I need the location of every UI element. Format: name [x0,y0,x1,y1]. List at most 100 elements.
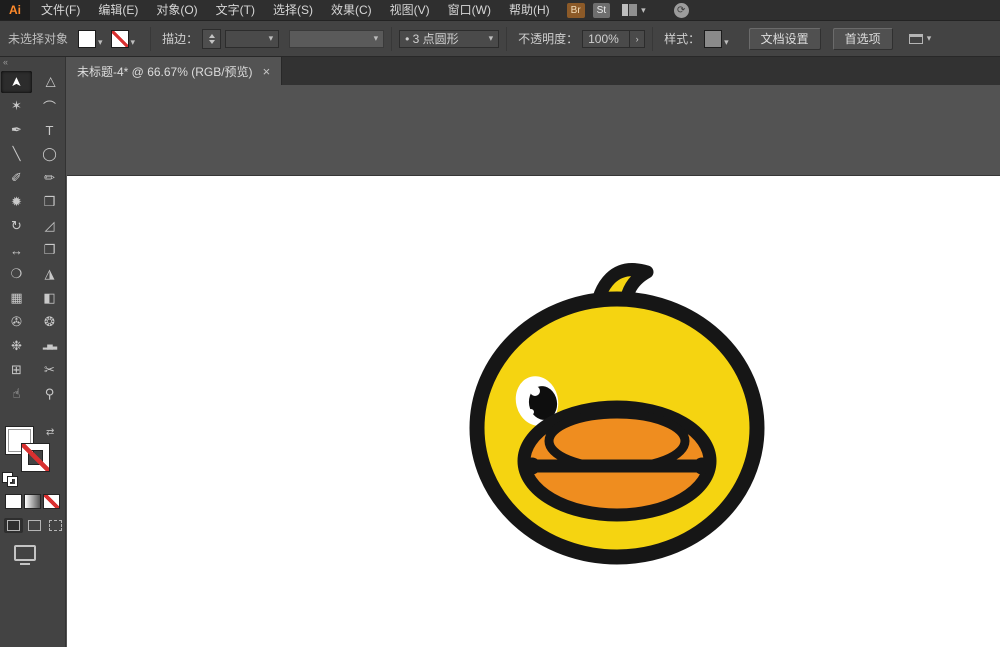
menu-help[interactable]: 帮助(H) [500,0,559,20]
zoom-tool[interactable]: ⚲ [34,383,65,405]
menu-object[interactable]: 对象(O) [147,0,206,20]
paintbrush-tool[interactable]: ✐ [1,167,32,189]
opacity-value: 100% [588,32,619,46]
line-segment-tool[interactable]: ╲ [1,143,32,165]
type-tool-icon: T [46,123,54,138]
draw-normal-button[interactable] [4,518,23,533]
divider [150,27,151,51]
default-fill-stroke-icon[interactable] [2,472,19,487]
canvas-area[interactable] [67,85,1000,647]
style-swatch[interactable] [704,30,722,48]
chevron-down-icon[interactable]: ▾ [98,37,103,48]
bullet-icon: • [405,32,409,46]
control-panel-menu[interactable]: ▾ [909,33,932,44]
hand-tool[interactable]: ☝ [1,383,32,405]
menu-edit[interactable]: 编辑(E) [89,0,147,20]
bridge-button[interactable]: Br [567,3,585,18]
draw-normal-icon [7,520,20,531]
close-icon[interactable]: × [263,65,271,78]
artboard-tool-icon: ⊞ [11,362,22,378]
sync-icon[interactable]: ⟳ [674,3,689,18]
gradient-button[interactable] [24,494,41,509]
stroke-color-control[interactable]: ▾ [111,30,136,48]
screen-mode-button[interactable] [14,545,36,565]
symbol-sprayer-tool[interactable]: ❉ [1,335,32,357]
document-tab-bar: 未标题-4* @ 66.67% (RGB/预览) × [66,57,1000,85]
menu-window[interactable]: 窗口(W) [439,0,500,20]
stepper-down-icon[interactable] [209,40,215,44]
pencil-tool[interactable]: ✏ [34,167,65,189]
brush-definition-dropdown[interactable]: • 3 点圆形 ▾ [399,30,499,48]
stepper-up-icon[interactable] [209,34,215,38]
toolbar-collapse-control[interactable]: « [0,57,65,67]
fill-color-swatch[interactable] [78,30,96,48]
divider [652,27,653,51]
duck-eye-highlight [530,386,540,396]
perspective-grid-tool[interactable]: ◮ [34,263,65,285]
workspace-switcher[interactable]: ▾ [622,4,646,16]
chevron-down-icon[interactable]: ▾ [724,37,729,48]
ellipse-tool[interactable]: ◯ [34,143,65,165]
stroke-weight-dropdown[interactable]: ▾ [225,30,279,48]
preferences-button[interactable]: 首选项 [833,28,893,50]
pen-tool[interactable]: ✒ [1,119,32,141]
column-graph-tool-icon: ▂▅▃ [43,342,56,350]
divider [391,27,392,51]
none-slash-icon [22,444,49,471]
fill-color-control[interactable]: ▾ [78,30,103,48]
lasso-tool[interactable]: ⌒ [34,95,65,117]
scale-tool[interactable]: ◿ [34,215,65,237]
blend-tool[interactable]: ❂ [34,311,65,333]
document-setup-button[interactable]: 文档设置 [749,28,821,50]
duck-mouth-dot-left [524,458,541,475]
none-button[interactable] [43,494,60,509]
menu-file[interactable]: 文件(F) [32,0,89,20]
menu-type[interactable]: 文字(T) [207,0,264,20]
duck-artwork[interactable] [455,250,775,570]
stroke-swatch[interactable] [22,444,49,471]
stock-button[interactable]: St [593,3,610,18]
slice-tool-icon: ✂ [44,362,55,378]
gradient-tool[interactable]: ◧ [34,287,65,309]
blob-brush-tool[interactable]: ✹ [1,191,32,213]
artboard-tool[interactable]: ⊞ [1,359,32,381]
selection-status-label: 未选择对象 [8,30,68,47]
chevron-down-icon: ▾ [374,33,379,44]
column-graph-tool[interactable]: ▂▅▃ [34,335,65,357]
style-label: 样式： [664,30,700,47]
menu-effect[interactable]: 效果(C) [322,0,381,20]
rotate-tool[interactable]: ↻ [1,215,32,237]
width-tool[interactable]: ↔ [1,239,32,261]
mesh-tool[interactable]: ▦ [1,287,32,309]
opacity-panel-arrow[interactable]: › [630,30,645,48]
opacity-input[interactable]: 100% [582,30,630,48]
slice-tool[interactable]: ✂ [34,359,65,381]
magic-wand-tool[interactable]: ✶ [1,95,32,117]
document-tab[interactable]: 未标题-4* @ 66.67% (RGB/预览) × [66,57,282,85]
opacity-label: 不透明度： [518,30,578,47]
menu-view[interactable]: 视图(V) [381,0,439,20]
rotate-tool-icon: ↻ [11,218,22,234]
selection-tool[interactable]: ➤ [1,71,32,93]
chevron-down-icon[interactable]: ▾ [131,37,136,48]
eraser-tool[interactable]: ❒ [34,191,65,213]
free-transform-tool-icon: ❐ [44,242,56,258]
type-tool[interactable]: T [34,119,65,141]
direct-selection-tool-icon: ▷ [42,77,58,87]
menu-select[interactable]: 选择(S) [264,0,322,20]
free-transform-tool[interactable]: ❐ [34,239,65,261]
panel-icon [909,34,923,44]
pen-tool-icon: ✒ [11,122,22,138]
style-control[interactable]: ▾ [704,30,729,48]
blend-tool-icon: ❂ [44,314,55,330]
eyedropper-tool[interactable]: ✇ [1,311,32,333]
stroke-weight-stepper[interactable] [202,29,221,49]
draw-behind-button[interactable] [25,518,44,533]
mesh-tool-icon: ▦ [10,290,22,306]
draw-inside-button[interactable] [46,518,65,533]
direct-selection-tool[interactable]: ▷ [34,71,65,93]
color-button[interactable] [5,494,22,509]
shape-builder-tool[interactable]: ❍ [1,263,32,285]
stroke-color-swatch[interactable] [111,30,129,48]
swap-fill-stroke-icon[interactable]: ⇄ [46,427,54,438]
